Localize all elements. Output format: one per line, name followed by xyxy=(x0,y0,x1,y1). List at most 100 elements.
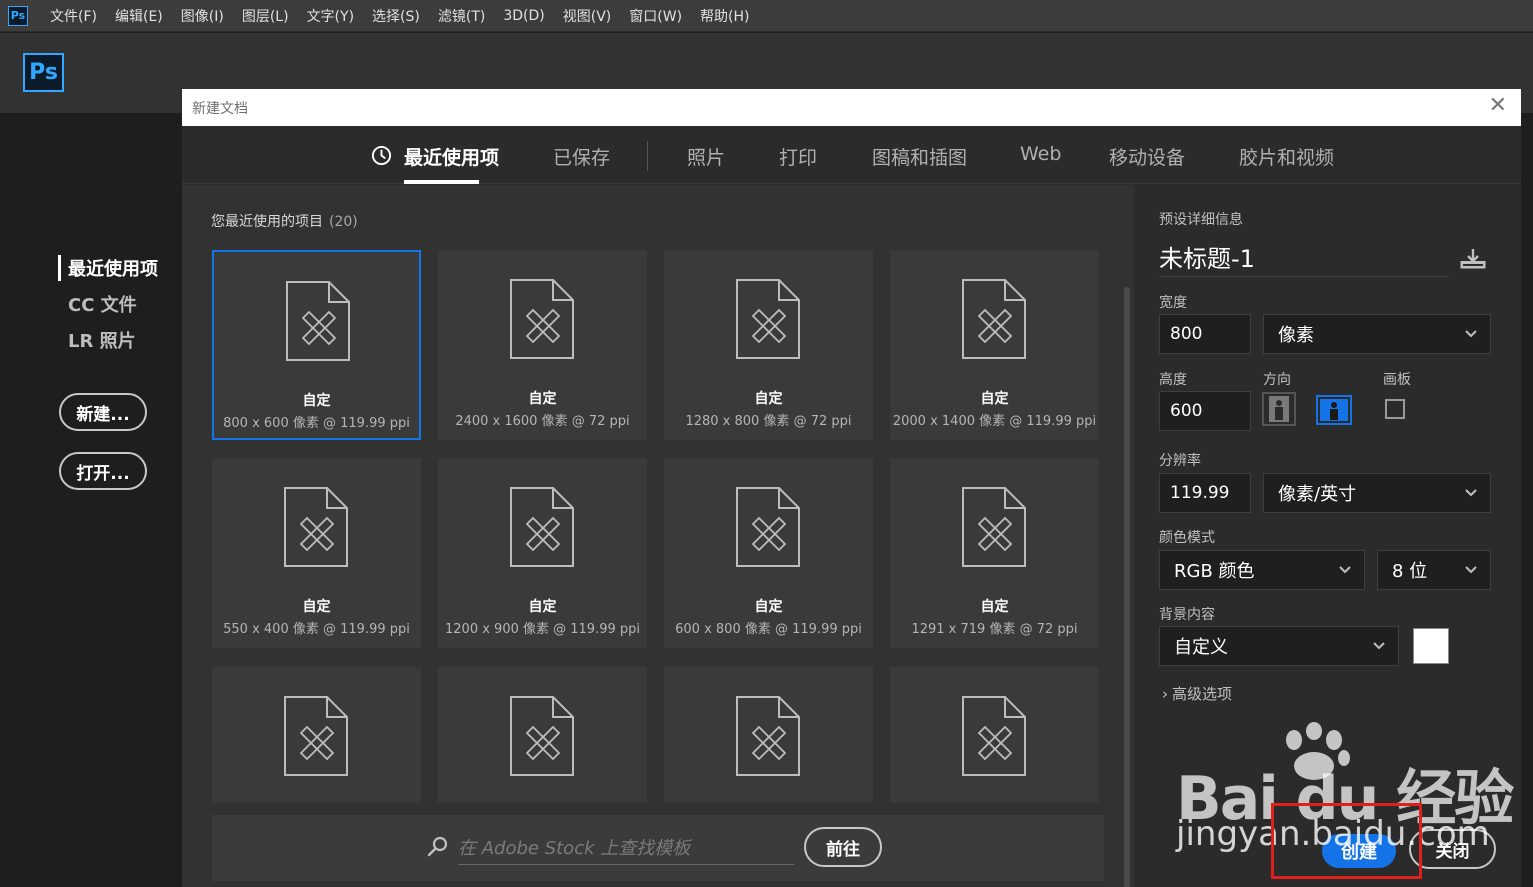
save-preset-icon[interactable] xyxy=(1459,247,1487,271)
home-sidebar xyxy=(0,113,182,887)
height-input[interactable]: 600 xyxy=(1159,391,1251,431)
ps-logo: Ps xyxy=(23,53,64,92)
resolution-unit-select[interactable]: 像素/英寸 xyxy=(1263,473,1491,513)
home-nav-recent[interactable]: 最近使用项 xyxy=(58,255,158,281)
background-select[interactable]: 自定义 xyxy=(1159,626,1399,666)
height-label: 高度 xyxy=(1159,372,1187,388)
landscape-button[interactable] xyxy=(1316,395,1352,425)
preset-card[interactable]: 自定 2000 x 1400 像素 @ 119.99 ppi xyxy=(890,250,1099,440)
stock-go-button[interactable]: 前往 xyxy=(804,827,882,867)
document-icon xyxy=(962,279,1026,359)
resolution-unit-value: 像素/英寸 xyxy=(1278,484,1357,505)
recent-items-title: 您最近使用的项目 xyxy=(211,214,323,230)
preset-card[interactable]: 自定 2400 x 1600 像素 @ 72 ppi xyxy=(438,250,647,440)
menu-filter[interactable]: 滤镜(T) xyxy=(438,6,485,26)
preset-card[interactable]: 自定 1200 x 900 像素 @ 119.99 ppi xyxy=(438,458,647,648)
preset-card-desc: 1200 x 900 像素 @ 119.99 ppi xyxy=(445,622,640,637)
tab-saved[interactable]: 已保存 xyxy=(553,143,610,170)
portrait-icon xyxy=(1269,396,1289,422)
recent-items-label: 您最近使用的项目 (20) xyxy=(211,211,358,231)
chevron-down-icon xyxy=(1465,330,1477,338)
color-mode-value: RGB 颜色 xyxy=(1174,561,1255,582)
preset-card[interactable] xyxy=(438,667,647,803)
menu-type[interactable]: 文字(Y) xyxy=(307,6,354,26)
preset-card[interactable]: 自定 550 x 400 像素 @ 119.99 ppi xyxy=(212,458,421,648)
width-unit-select[interactable]: 像素 xyxy=(1263,314,1491,354)
document-icon xyxy=(284,696,348,776)
color-mode-select[interactable]: RGB 颜色 xyxy=(1159,550,1365,590)
preset-card[interactable]: 自定 800 x 600 像素 @ 119.99 ppi xyxy=(212,250,421,440)
document-name-field[interactable]: 未标题-1 xyxy=(1159,239,1449,277)
document-icon xyxy=(736,696,800,776)
tab-mobile[interactable]: 移动设备 xyxy=(1109,143,1185,170)
preset-card-desc: 1291 x 719 像素 @ 72 ppi xyxy=(911,622,1078,637)
landscape-icon xyxy=(1320,399,1348,421)
preset-scrollbar[interactable] xyxy=(1124,287,1130,887)
width-input[interactable]: 800 xyxy=(1159,314,1251,354)
dialog-title: 新建文档 xyxy=(192,101,248,117)
preset-card-name: 自定 xyxy=(754,391,783,407)
portrait-button[interactable] xyxy=(1262,392,1296,426)
preset-tabs: 最近使用项 已保存 照片 打印 图稿和插图 Web 移动设备 胶片和视频 xyxy=(182,126,1521,184)
close-button[interactable]: 关闭 xyxy=(1409,829,1496,869)
tab-print[interactable]: 打印 xyxy=(779,143,817,170)
menu-help[interactable]: 帮助(H) xyxy=(700,6,749,26)
preset-card-desc: 600 x 800 像素 @ 119.99 ppi xyxy=(675,622,862,637)
stock-search-input[interactable] xyxy=(458,833,794,865)
artboard-label: 画板 xyxy=(1383,372,1411,388)
tab-web[interactable]: Web xyxy=(1020,143,1061,165)
tab-photo[interactable]: 照片 xyxy=(687,143,725,170)
width-unit-value: 像素 xyxy=(1278,325,1314,346)
preset-card-desc: 2000 x 1400 像素 @ 119.99 ppi xyxy=(892,414,1097,429)
preset-details-header: 预设详细信息 xyxy=(1159,212,1243,228)
tab-film-video[interactable]: 胶片和视频 xyxy=(1239,143,1334,170)
document-icon xyxy=(286,281,350,361)
menu-file[interactable]: 文件(F) xyxy=(50,6,97,26)
open-button[interactable]: 打开... xyxy=(59,452,147,490)
orientation-label: 方向 xyxy=(1263,372,1291,388)
clock-icon xyxy=(371,145,392,166)
tab-art-illustration[interactable]: 图稿和插图 xyxy=(872,143,967,170)
ps-app-icon: Ps xyxy=(8,5,28,26)
document-icon xyxy=(510,279,574,359)
advanced-options-label: 高级选项 xyxy=(1172,685,1233,703)
chevron-down-icon xyxy=(1465,566,1477,574)
menu-image[interactable]: 图像(I) xyxy=(181,6,224,26)
menu-select[interactable]: 选择(S) xyxy=(372,6,420,26)
create-button[interactable]: 创建 xyxy=(1322,834,1396,868)
menu-layer[interactable]: 图层(L) xyxy=(242,6,289,26)
home-nav-cc-files[interactable]: CC 文件 xyxy=(58,291,158,317)
preset-card-name: 自定 xyxy=(980,599,1009,615)
preset-details-panel: 预设详细信息 未标题-1 宽度 800 像素 高度 方向 画板 600 分辨率 … xyxy=(1134,185,1521,887)
menu-window[interactable]: 窗口(W) xyxy=(629,6,682,26)
chevron-down-icon xyxy=(1339,566,1351,574)
document-icon xyxy=(510,487,574,567)
search-icon xyxy=(427,836,448,857)
artboard-checkbox[interactable] xyxy=(1385,399,1405,419)
bit-depth-value: 8 位 xyxy=(1392,561,1428,582)
bit-depth-select[interactable]: 8 位 xyxy=(1377,550,1491,590)
document-icon xyxy=(962,487,1026,567)
preset-card-name: 自定 xyxy=(528,391,557,407)
dialog-close-icon[interactable]: ✕ xyxy=(1489,95,1507,117)
preset-card[interactable]: 自定 1291 x 719 像素 @ 72 ppi xyxy=(890,458,1099,648)
menu-3d[interactable]: 3D(D) xyxy=(503,8,544,24)
preset-card[interactable]: 自定 600 x 800 像素 @ 119.99 ppi xyxy=(664,458,873,648)
color-mode-label: 颜色模式 xyxy=(1159,530,1215,546)
advanced-options-toggle[interactable]: › 高级选项 xyxy=(1162,683,1232,704)
background-color-swatch[interactable] xyxy=(1413,628,1449,664)
resolution-input[interactable]: 119.99 xyxy=(1159,473,1251,513)
preset-card-desc: 2400 x 1600 像素 @ 72 ppi xyxy=(455,414,630,429)
home-nav-lr-photos[interactable]: LR 照片 xyxy=(58,327,158,353)
preset-card[interactable] xyxy=(890,667,1099,803)
menu-edit[interactable]: 编辑(E) xyxy=(115,6,163,26)
new-button[interactable]: 新建... xyxy=(59,393,147,431)
menu-view[interactable]: 视图(V) xyxy=(563,6,612,26)
tab-recent[interactable]: 最近使用项 xyxy=(404,143,499,170)
document-icon xyxy=(284,487,348,567)
preset-card[interactable] xyxy=(664,667,873,803)
preset-card[interactable] xyxy=(212,667,421,803)
preset-card[interactable]: 自定 1280 x 800 像素 @ 72 ppi xyxy=(664,250,873,440)
chevron-down-icon xyxy=(1465,489,1477,497)
chevron-down-icon xyxy=(1373,642,1385,650)
